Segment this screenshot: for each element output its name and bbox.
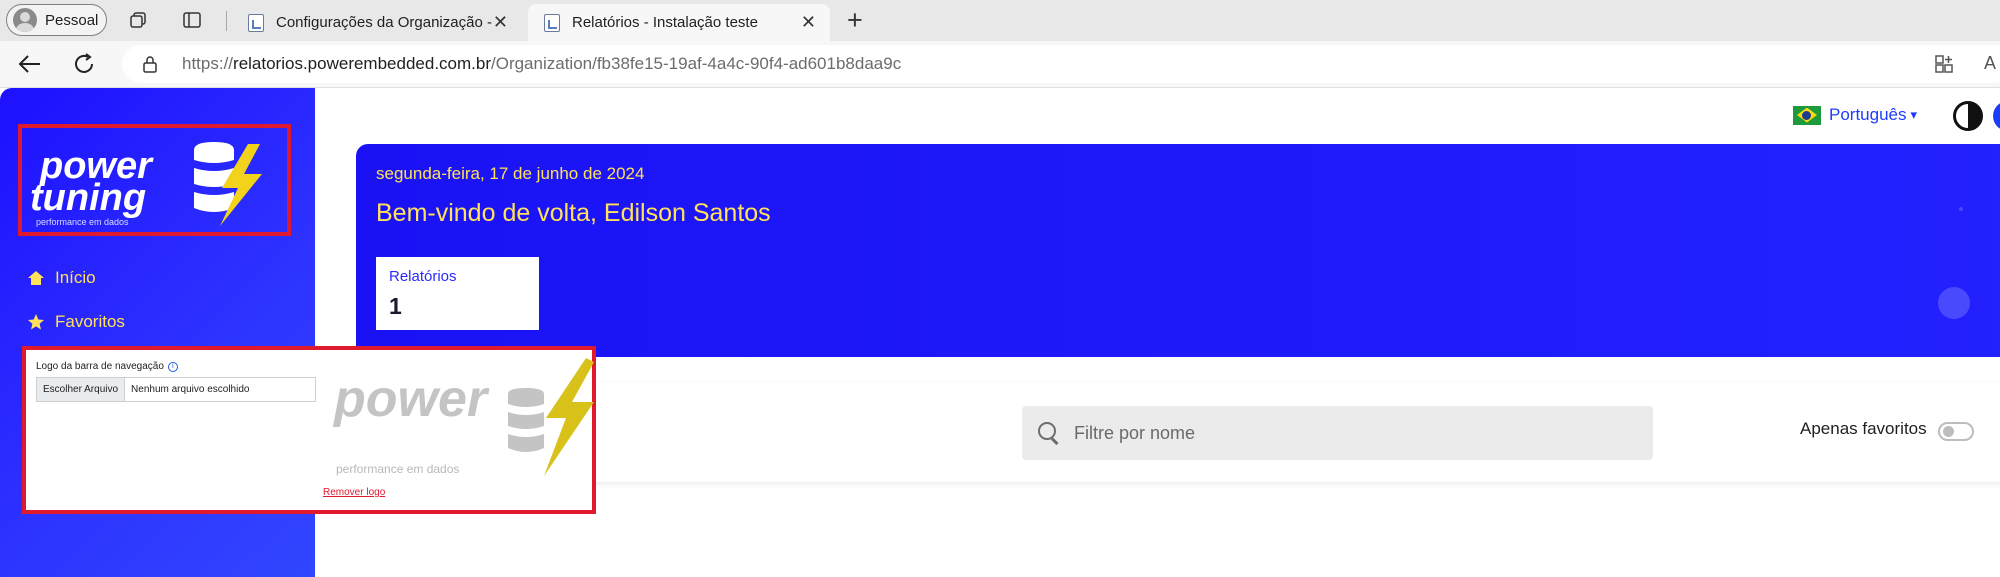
tab-title: Relatórios - Instalação teste [572,14,758,31]
sidebar-item-favoritos[interactable]: Favoritos [27,312,125,332]
search-box[interactable] [1022,406,1653,460]
file-name-text: Nenhum arquivo escolhido [131,384,250,395]
file-input[interactable]: Escolher Arquivo Nenhum arquivo escolhid… [36,377,316,402]
profile-avatar-icon [13,8,37,32]
star-icon [28,314,44,330]
refresh-icon[interactable] [72,52,96,76]
brazil-flag-icon [1793,105,1821,125]
language-label: Português [1829,105,1907,124]
tab-reports[interactable]: Relatórios - Instalação teste ✕ [528,4,830,41]
report-favicon-icon [248,13,264,32]
url-text[interactable]: https://relatorios.powerembedded.com.br/… [182,54,901,74]
lock-icon[interactable] [142,55,158,73]
svg-text:tuning: tuning [30,177,146,219]
workspaces-icon[interactable] [129,10,149,30]
new-tab-button[interactable]: + [847,4,863,36]
power-tuning-logo: power tuning performance em dados [30,142,262,227]
info-icon[interactable]: i [167,361,178,372]
url-host: relatorios.powerembedded.com.br [233,54,491,73]
welcome-banner: segunda-feira, 17 de junho de 2024 Bem-v… [356,144,2000,357]
favorites-only-label: Apenas favoritos [1800,419,1927,438]
favorites-only-toggle[interactable] [1938,422,1974,441]
sidebar-item-inicio[interactable]: Início [27,268,96,288]
tab-separator [226,11,227,31]
back-arrow-icon[interactable] [16,53,42,75]
url-path: /Organization/fb38fe15-19af-4a4c-90f4-ad… [491,54,902,73]
decorative-bubble [1959,207,1963,211]
tab-close-icon[interactable]: ✕ [493,12,508,33]
vertical-tabs-icon[interactable] [182,10,202,30]
tab-title: Configurações da Organização - [276,14,492,31]
tab-close-icon[interactable]: ✕ [801,12,816,33]
stat-value: 1 [389,293,402,319]
reports-stat-card[interactable]: Relatórios 1 [376,257,539,330]
profile-label: Pessoal [45,11,99,29]
filter-panel: Apenas favoritos [356,383,2000,482]
svg-text:performance em dados: performance em dados [36,217,129,227]
remove-logo-link[interactable]: Remover logo [323,487,385,498]
report-favicon-icon [544,13,560,32]
current-date: segunda-feira, 17 de junho de 2024 [376,164,645,183]
search-icon [1038,422,1060,444]
language-selector[interactable]: Português ▾ [1793,105,1917,125]
read-aloud-icon[interactable]: A [1984,53,1996,74]
chevron-down-icon: ▾ [1910,107,1918,122]
user-avatar[interactable] [1993,101,2000,131]
browser-tab-strip: Pessoal Configurações da Organização - ✕… [0,0,2000,41]
field-label-text: Logo da barra de navegação [36,361,164,372]
tab-organization-settings[interactable]: Configurações da Organização - ✕ [232,4,522,41]
profile-button[interactable]: Pessoal [6,4,107,36]
logo-preview-tagline: performance em dados [336,462,460,476]
sidebar-item-label: Início [55,268,96,287]
navbar-logo-settings-panel: Logo da barra de navegação i Escolher Ar… [22,346,596,514]
svg-text:power: power [332,370,490,428]
theme-toggle-icon[interactable] [1953,101,1983,131]
welcome-message: Bem-vindo de volta, Edilson Santos [376,199,771,227]
stat-label: Relatórios [389,268,457,285]
address-bar[interactable]: https://relatorios.powerembedded.com.br/… [122,45,2000,83]
navbar-logo-field-label: Logo da barra de navegação i [36,361,178,372]
address-bar-row: https://relatorios.powerembedded.com.br/… [0,41,2000,88]
decorative-bubble [1938,287,1970,319]
sidebar-logo[interactable]: power tuning performance em dados [18,124,291,236]
search-input[interactable] [1074,422,1634,444]
choose-file-button[interactable]: Escolher Arquivo [37,378,126,401]
home-icon [28,271,44,285]
url-scheme: https:// [182,54,234,73]
sidebar-item-label: Favoritos [55,312,125,331]
app-available-icon[interactable] [1934,54,1954,74]
